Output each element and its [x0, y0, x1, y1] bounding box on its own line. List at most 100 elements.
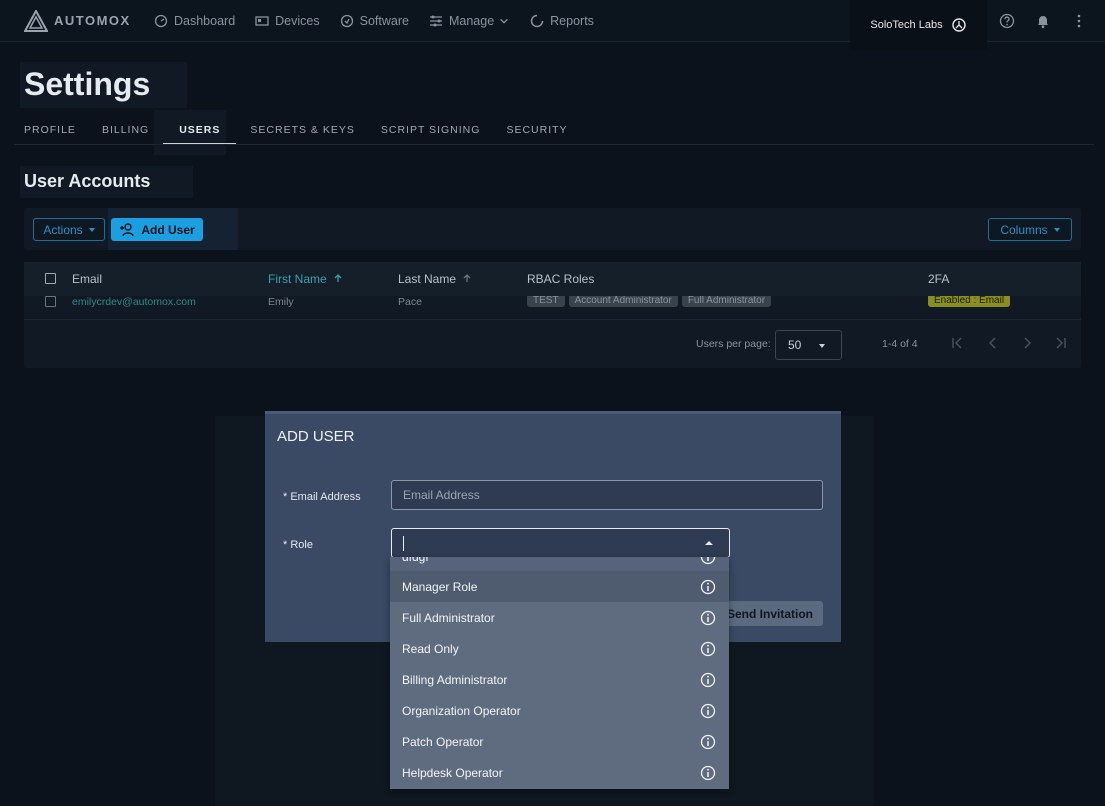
tab-secrets-keys[interactable]: SECRETS & KEYS [250, 120, 354, 145]
header-first-name-label: First Name [268, 272, 327, 286]
role-select[interactable] [391, 528, 730, 558]
per-page-value: 50 [788, 338, 802, 352]
info-icon[interactable] [700, 557, 716, 565]
org-switcher[interactable]: SoloTech Labs [850, 0, 987, 50]
row-email[interactable]: emilycrdev@automox.com [72, 296, 196, 308]
add-user-label: Add User [141, 222, 195, 237]
row-last-name: Pace [398, 296, 422, 308]
role-chip: Account Administrator [568, 296, 678, 307]
next-page-icon[interactable] [1020, 336, 1034, 350]
tabs-divider [14, 144, 1094, 145]
nav-manage[interactable]: Manage [429, 14, 510, 28]
role-option-label: Helpdesk Operator [402, 765, 503, 780]
chevron-down-icon [500, 18, 509, 24]
info-icon[interactable] [700, 579, 716, 595]
tab-profile[interactable]: PROFILE [24, 120, 76, 145]
send-invitation-button[interactable]: Send Invitation [725, 601, 823, 626]
info-icon[interactable] [700, 641, 716, 657]
sort-ascending-icon [334, 274, 342, 282]
role-option[interactable]: dfdgf [390, 557, 729, 571]
email-input[interactable]: Email Address [391, 480, 823, 510]
role-option[interactable]: Helpdesk Operator [390, 757, 729, 788]
nav-reports[interactable]: Reports [530, 14, 594, 28]
nav-dashboard-label: Dashboard [174, 13, 236, 28]
role-option-label: Patch Operator [402, 734, 484, 749]
actions-label: Actions [43, 222, 83, 237]
modal-title: ADD USER [277, 428, 355, 445]
help-button[interactable] [989, 13, 1025, 29]
header-last-name[interactable]: Last Name [398, 272, 472, 286]
org-name: SoloTech Labs [870, 19, 943, 31]
role-option-label: Read Only [402, 641, 459, 656]
caret-down-icon [88, 227, 95, 232]
notifications-button[interactable] [1025, 13, 1061, 29]
role-option[interactable]: Patch Operator [390, 726, 729, 757]
tab-security[interactable]: SECURITY [506, 120, 567, 145]
section-title: User Accounts [20, 166, 193, 198]
brand-logo[interactable]: AUTOMOX [24, 9, 142, 32]
org-switch-icon [951, 18, 966, 32]
row-first-name: Emily [268, 296, 294, 308]
header-2fa: 2FA [928, 272, 950, 286]
nav-software[interactable]: Software [340, 14, 409, 28]
info-icon[interactable] [700, 734, 716, 750]
role-option-label: Organization Operator [402, 703, 521, 718]
first-page-icon[interactable] [950, 336, 964, 350]
caret-down-icon [1053, 227, 1060, 232]
role-chip: Full Administrator [681, 296, 772, 307]
top-nav: AUTOMOX Dashboard Devices Software Manag… [0, 0, 1105, 50]
info-icon[interactable] [700, 765, 716, 781]
dashboard-icon [154, 14, 168, 27]
2fa-status-badge: Enabled : Email [928, 296, 1011, 307]
per-page-label: Users per page: [696, 338, 771, 350]
info-icon[interactable] [700, 703, 716, 719]
manage-icon [429, 15, 442, 26]
previous-page-icon[interactable] [986, 336, 1000, 350]
role-option[interactable]: Read Only [390, 633, 729, 664]
email-label: * Email Address [283, 491, 361, 503]
role-option[interactable]: Manager Role [390, 571, 729, 602]
role-option-label: Billing Administrator [402, 672, 508, 687]
reports-icon [530, 14, 544, 27]
settings-tabs: PROFILE BILLING USERS SECRETS & KEYS SCR… [24, 120, 594, 145]
text-cursor [403, 536, 404, 551]
row-checkbox[interactable] [45, 296, 56, 307]
actions-button[interactable]: Actions [33, 218, 105, 241]
table-row[interactable]: emilycrdev@automox.com Emily Pace TEST Ac… [24, 296, 1081, 320]
tab-users[interactable]: USERS [163, 120, 237, 144]
more-menu-button[interactable] [1061, 13, 1097, 29]
page-title: Settings [20, 62, 187, 108]
devices-icon [255, 15, 269, 26]
columns-button[interactable]: Columns [988, 218, 1072, 241]
row-2fa: Enabled : Email [928, 296, 1014, 307]
add-user-icon [120, 222, 135, 236]
role-option-label: dfdgf [402, 557, 429, 564]
role-option[interactable]: Organization Operator [390, 695, 729, 726]
role-option[interactable]: Full Administrator [390, 602, 729, 633]
role-option[interactable]: Billing Administrator [390, 664, 729, 695]
users-table: Email First Name Last Name RBAC Roles 2F… [24, 262, 1081, 368]
header-first-name[interactable]: First Name [268, 272, 343, 286]
nav-manage-label: Manage [448, 13, 495, 28]
nav-reports-label: Reports [550, 13, 594, 28]
columns-label: Columns [1000, 222, 1048, 237]
nav-dashboard[interactable]: Dashboard [154, 14, 235, 28]
nav-devices[interactable]: Devices [255, 14, 320, 28]
tab-script-signing[interactable]: SCRIPT SIGNING [381, 120, 481, 145]
per-page-select[interactable]: 50 [775, 330, 842, 360]
header-rbac-roles: RBAC Roles [527, 272, 595, 286]
help-icon [999, 13, 1015, 29]
header-email[interactable]: Email [72, 272, 102, 286]
row-roles: TEST Account Administrator Full Administra… [527, 296, 775, 307]
email-placeholder: Email Address [403, 488, 480, 502]
last-page-icon[interactable] [1054, 336, 1068, 350]
sort-icon [463, 274, 471, 282]
users-toolbar: Actions Add User Columns [24, 208, 1081, 250]
table-pagination: Users per page: 50 1-4 of 4 [24, 324, 1081, 360]
page-range: 1-4 of 4 [882, 338, 918, 350]
select-all-checkbox[interactable] [45, 273, 56, 284]
info-icon[interactable] [700, 672, 716, 688]
tab-billing[interactable]: BILLING [102, 120, 149, 145]
info-icon[interactable] [700, 610, 716, 626]
add-user-button[interactable]: Add User [111, 218, 203, 241]
